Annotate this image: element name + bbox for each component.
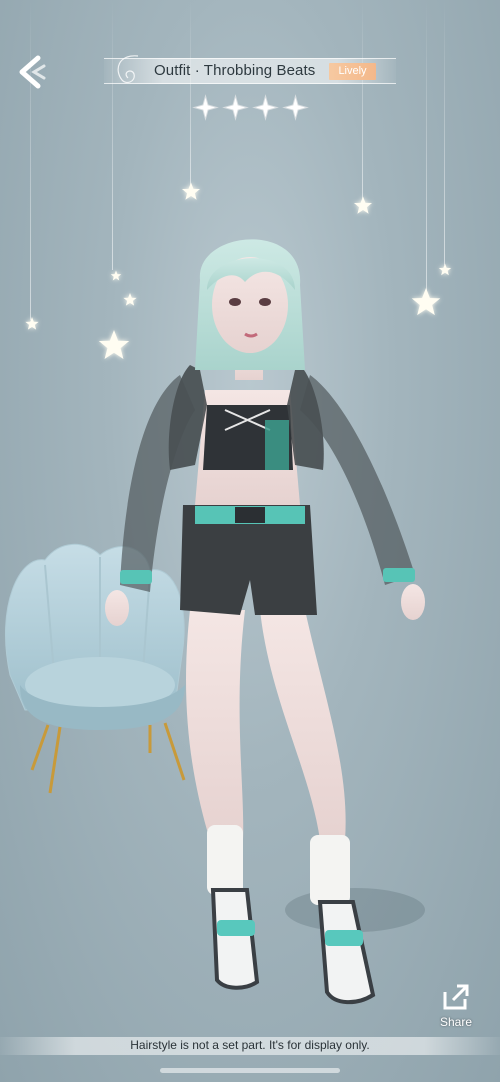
back-button[interactable] — [14, 52, 50, 92]
star-icon — [181, 182, 201, 200]
star-icon — [282, 94, 309, 121]
flourish-icon — [117, 55, 139, 84]
share-icon — [443, 984, 469, 1010]
share-button[interactable]: Share — [434, 982, 478, 1032]
outfit-scene: Outfit · Throbbing Beats Lively Share Ha… — [0, 0, 500, 1082]
hairstyle-notice: Hairstyle is not a set part. It's for di… — [130, 1038, 370, 1052]
style-tag: Lively — [329, 63, 376, 80]
outfit-title: Outfit · Throbbing Beats — [154, 62, 316, 79]
star-icon — [438, 263, 452, 276]
star-rating — [192, 94, 310, 122]
home-indicator[interactable] — [160, 1068, 340, 1073]
star-icon — [192, 94, 219, 121]
star-icon — [353, 196, 373, 214]
star-icon — [25, 317, 39, 330]
share-label: Share — [439, 1015, 473, 1029]
character-model — [105, 239, 425, 1005]
star-icon — [222, 94, 249, 121]
star-icon — [252, 94, 279, 121]
back-arrow-icon — [19, 55, 46, 89]
